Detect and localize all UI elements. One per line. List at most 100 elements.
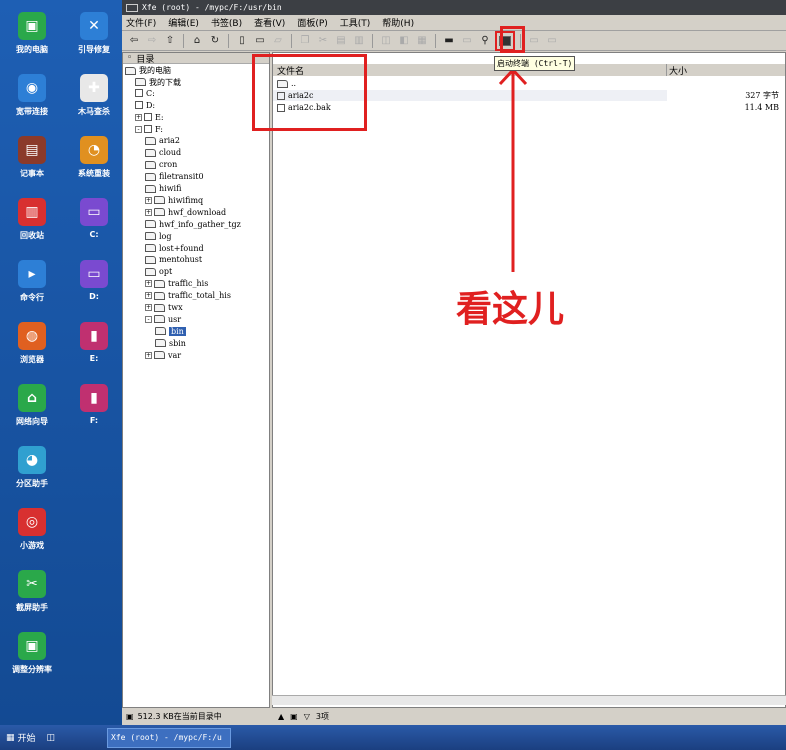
filter-icon[interactable]: ▽ — [304, 712, 310, 721]
expand-toggle[interactable]: + — [145, 292, 152, 300]
mount-icon[interactable]: ▬ — [441, 33, 457, 49]
horizontal-scrollbar[interactable] — [272, 695, 786, 705]
panel-view2-icon[interactable]: ▭ — [544, 33, 560, 49]
up-icon[interactable]: ⇧ — [162, 33, 178, 49]
desktop-icon[interactable]: ▭ C: — [64, 198, 124, 239]
desktop-icon[interactable]: ▮ F: — [64, 384, 124, 425]
desktop-icon[interactable]: ▥ 回收站 — [2, 198, 62, 241]
desktop-icon[interactable]: ▸ 命令行 — [2, 260, 62, 303]
folder-icon — [135, 78, 146, 87]
tree-item[interactable]: + E: — [135, 113, 164, 122]
desktop-icon[interactable]: ✕ 引导修复 — [64, 12, 124, 55]
panel-view-icon[interactable]: ▭ — [526, 33, 542, 49]
new-folder-icon[interactable]: ▭ — [252, 33, 268, 49]
tree-item[interactable]: 我的下载 — [135, 77, 181, 88]
menu-item[interactable]: 编辑(E) — [168, 16, 199, 29]
tree-item[interactable]: hwf_info_gather_tgz — [145, 220, 241, 229]
desktop-icon[interactable]: ▭ D: — [64, 260, 124, 301]
tree-item[interactable]: - F: — [135, 125, 163, 134]
col-size-header[interactable]: 大小 — [667, 64, 785, 77]
expand-toggle[interactable]: + — [145, 280, 152, 288]
expand-toggle[interactable]: + — [145, 351, 152, 359]
folder-icon — [154, 315, 165, 324]
taskbar: ▦ 开始 ◫ Xfe (root) - /mypc/F:/u — [0, 725, 786, 750]
desktop-icon[interactable]: ▤ 记事本 — [2, 136, 62, 179]
expand-toggle[interactable]: + — [145, 196, 152, 204]
tree-item[interactable]: + var — [145, 351, 181, 360]
desktop-icon[interactable]: ◎ 小游戏 — [2, 508, 62, 551]
show-desktop-icon[interactable]: ◫ — [47, 733, 56, 743]
tree-item-label: usr — [168, 314, 182, 324]
trash-icon[interactable]: ▦ — [414, 33, 430, 49]
tree-item-label: F: — [155, 124, 163, 134]
tree-item[interactable]: + twx — [145, 303, 183, 312]
folder-icon — [145, 220, 156, 229]
desktop-icon[interactable]: ▣ 调整分辨率 — [2, 632, 62, 675]
desktop-icon[interactable]: ◕ 分区助手 — [2, 446, 62, 489]
desktop-icon[interactable]: ✚ 木马查杀 — [64, 74, 124, 117]
copy-icon[interactable]: ❐ — [297, 33, 313, 49]
paste-icon[interactable]: ▤ — [333, 33, 349, 49]
thumbnails-icon[interactable]: ▣ — [290, 712, 298, 721]
tree-item[interactable]: sbin — [155, 339, 186, 348]
forward-icon[interactable]: ⇨ — [144, 33, 160, 49]
hidden-files-icon[interactable]: ▲ — [278, 712, 284, 721]
tree-item[interactable]: cron — [145, 160, 177, 169]
desktop-icon[interactable]: ▮ E: — [64, 322, 124, 363]
tree-item[interactable]: mentohust — [145, 255, 202, 264]
properties-icon[interactable]: ◫ — [378, 33, 394, 49]
desktop-icon[interactable]: ◍ 浏览器 — [2, 322, 62, 365]
expand-toggle[interactable]: - — [145, 315, 152, 323]
refresh-icon[interactable]: ↻ — [207, 33, 223, 49]
tree-item[interactable]: bin — [155, 326, 186, 336]
menu-item[interactable]: 面板(P) — [297, 16, 327, 29]
back-icon[interactable]: ⇦ — [126, 33, 142, 49]
expand-toggle[interactable]: - — [135, 125, 142, 133]
app-icon: ◔ — [80, 136, 108, 164]
unmount-icon[interactable]: ▭ — [459, 33, 475, 49]
tree-item[interactable]: + traffic_his — [145, 279, 208, 288]
expand-toggle[interactable]: + — [135, 113, 142, 121]
tree-item[interactable]: filetransit0 — [145, 172, 204, 181]
tree-item[interactable]: + hiwifimq — [145, 196, 203, 205]
tree-item[interactable]: - usr — [145, 315, 181, 324]
tree-item[interactable]: 我的电脑 — [125, 65, 171, 76]
tree-item[interactable]: + traffic_total_his — [145, 291, 231, 300]
tree-item[interactable]: log — [145, 232, 172, 241]
new-symlink-icon[interactable]: ▱ — [270, 33, 286, 49]
menu-item[interactable]: 文件(F) — [126, 16, 156, 29]
menu-item[interactable]: 工具(T) — [340, 16, 371, 29]
tree-item[interactable]: lost+found — [145, 244, 204, 253]
menu-item[interactable]: 书签(B) — [211, 16, 242, 29]
folder-icon — [145, 172, 156, 181]
cut-icon[interactable]: ✂ — [315, 33, 331, 49]
tree-item[interactable]: + hwf_download — [145, 208, 226, 217]
desktop-icon[interactable]: ◔ 系统重装 — [64, 136, 124, 179]
search-icon[interactable]: ⚲ — [477, 33, 493, 49]
tree-item[interactable]: cloud — [145, 148, 181, 157]
new-file-icon[interactable]: ▯ — [234, 33, 250, 49]
tree-item[interactable]: opt — [145, 267, 172, 276]
expand-toggle[interactable]: + — [145, 208, 152, 216]
menu-item[interactable]: 查看(V) — [254, 16, 285, 29]
expand-toggle[interactable]: + — [145, 304, 152, 311]
app-icon: ✚ — [80, 74, 108, 102]
clipboard-icon[interactable]: ▥ — [351, 33, 367, 49]
tree-item[interactable]: D: — [135, 101, 155, 110]
folder-icon — [154, 279, 165, 288]
desktop-icon[interactable]: ✂ 截屏助手 — [2, 570, 62, 613]
desktop-icon[interactable]: ▣ 我的电脑 — [2, 12, 62, 55]
rename-icon[interactable]: ◧ — [396, 33, 412, 49]
title-bar[interactable]: Xfe (root) - /mypc/F:/usr/bin — [122, 0, 786, 15]
tree-item-label: lost+found — [159, 243, 204, 253]
menu-item[interactable]: 帮助(H) — [382, 16, 414, 29]
tree-item[interactable]: aria2 — [145, 136, 180, 145]
home-icon[interactable]: ⌂ — [189, 33, 205, 49]
desktop-icon[interactable]: ◉ 宽带连接 — [2, 74, 62, 117]
tree-item[interactable]: C: — [135, 89, 155, 98]
tree-item[interactable]: hiwifi — [145, 184, 181, 193]
folder-icon — [155, 339, 166, 348]
taskbar-item-xfe[interactable]: Xfe (root) - /mypc/F:/u — [107, 727, 232, 748]
desktop-icon[interactable]: ⌂ 网络向导 — [2, 384, 62, 427]
start-button[interactable]: ▦ 开始 ◫ — [0, 731, 61, 745]
